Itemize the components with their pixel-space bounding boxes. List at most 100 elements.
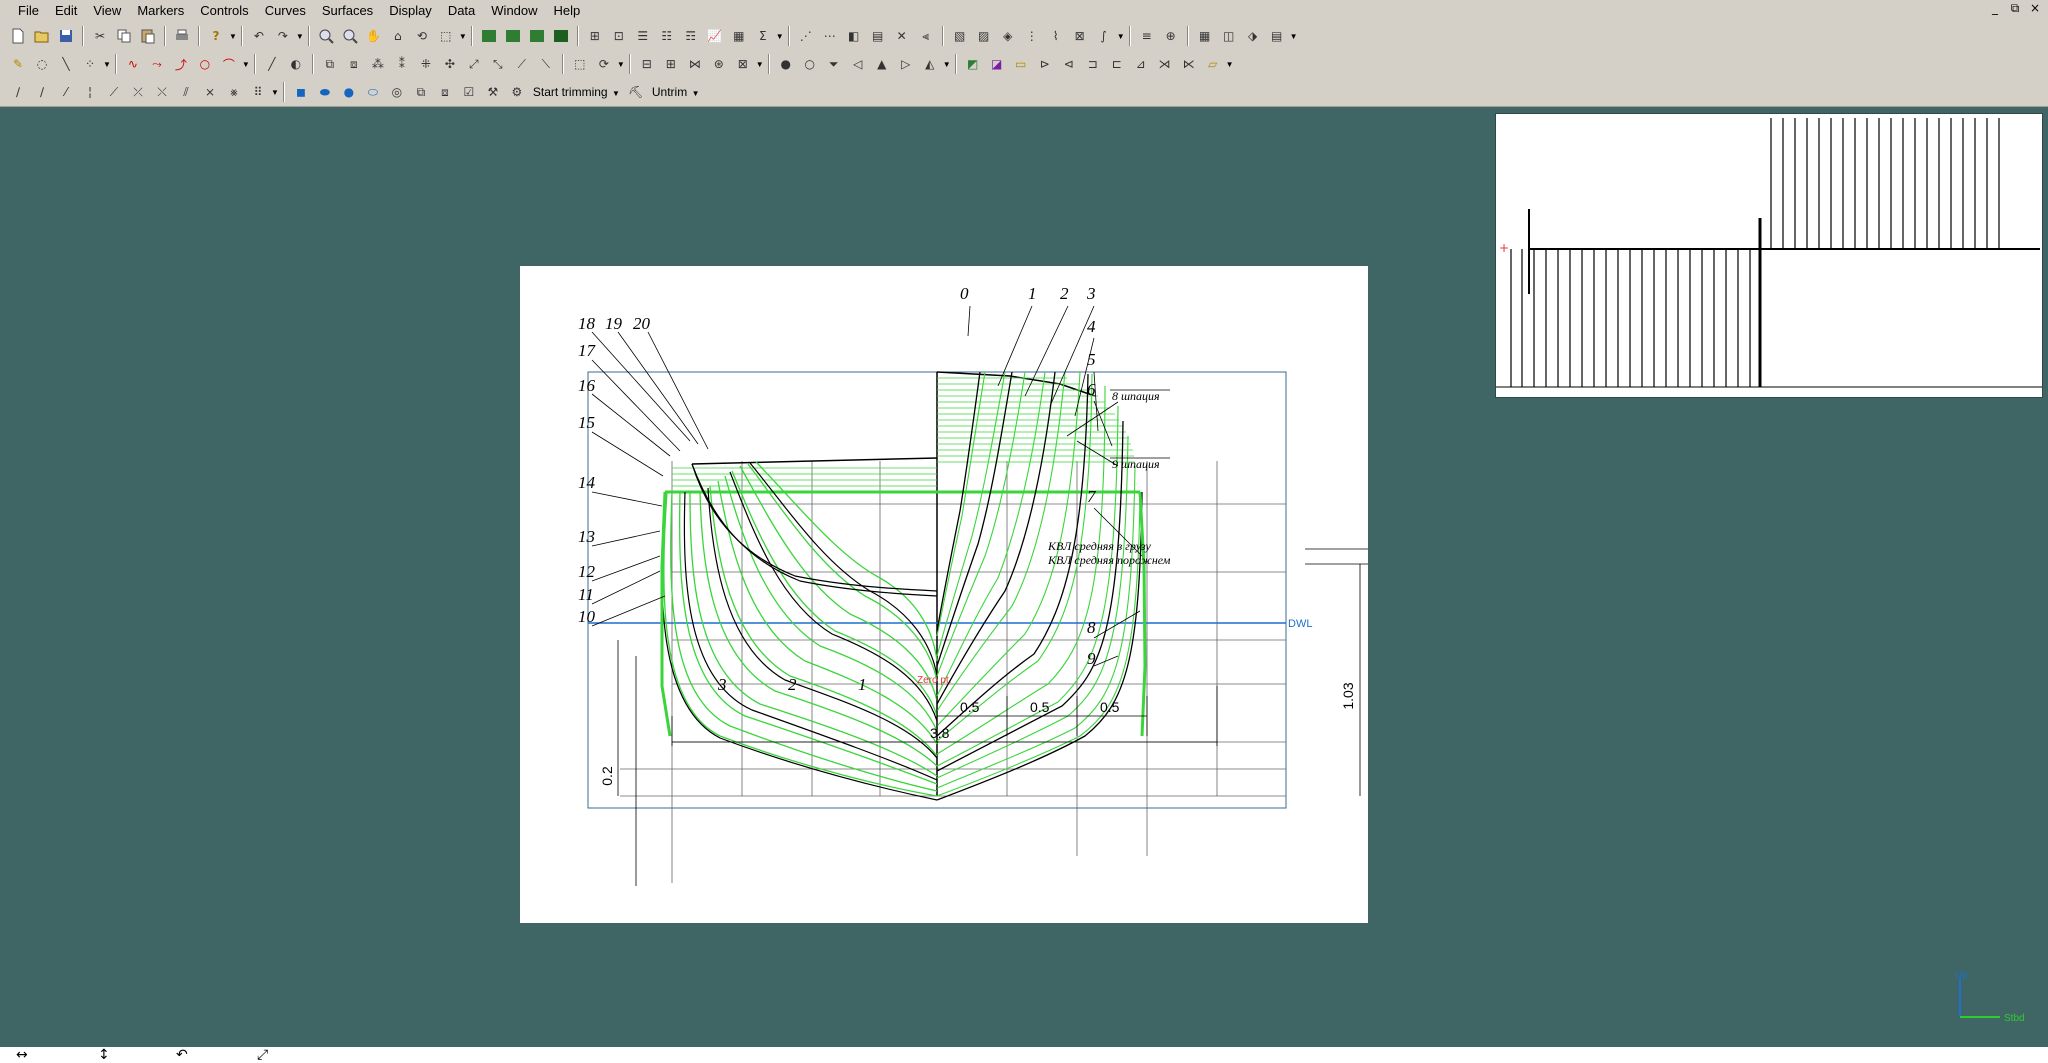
grid-icon[interactable]: ⋰ [795, 26, 816, 47]
align-5-icon[interactable]: ⊠ [732, 54, 753, 75]
node-6-icon[interactable]: ⟋ [511, 54, 532, 75]
tag-icon[interactable]: ⬗ [1242, 26, 1263, 47]
menu-curves[interactable]: Curves [257, 0, 314, 22]
hull-6-icon[interactable]: ⊐ [1082, 54, 1103, 75]
untrim-dropdown[interactable]: Untrim ▼ [648, 85, 704, 99]
snap-icon[interactable]: ⋯ [819, 26, 840, 47]
refresh-icon[interactable]: ◐ [285, 54, 306, 75]
curve-7-icon[interactable]: ⤬ [152, 82, 173, 103]
home-view-icon[interactable]: ⌂ [387, 26, 408, 47]
arc-red-icon[interactable]: ⌒ [218, 54, 239, 75]
cylinder-icon[interactable]: ⬬ [314, 82, 335, 103]
rotate-icon[interactable]: ↶ [176, 1047, 188, 1063]
menu-view[interactable]: View [85, 0, 129, 22]
view-plan-icon[interactable] [526, 26, 547, 47]
shade-icon[interactable]: ◧ [843, 26, 864, 47]
menu-controls[interactable]: Controls [192, 0, 256, 22]
circle-tool-icon[interactable]: ◌ [32, 54, 53, 75]
untrim-icon[interactable]: ⛏ [625, 82, 646, 103]
edit-line-icon[interactable]: ╱ [261, 54, 282, 75]
cut-icon[interactable]: ✂ [90, 26, 111, 47]
funnel-icon[interactable]: ⏷ [823, 54, 844, 75]
view-perspective-icon[interactable] [550, 26, 571, 47]
dropdown-arrow-icon[interactable]: ▼ [271, 88, 279, 97]
node-7-icon[interactable]: ⟍ [535, 54, 556, 75]
pan-hand-icon[interactable]: ✋ [363, 26, 384, 47]
surface-b-icon[interactable]: ▨ [973, 26, 994, 47]
shape-icon[interactable]: ◭ [919, 54, 940, 75]
curve-icon[interactable]: ∫ [1093, 26, 1114, 47]
menu-surfaces[interactable]: Surfaces [314, 0, 381, 22]
menu-display[interactable]: Display [381, 0, 440, 22]
frame-select-icon[interactable]: ⬚ [569, 54, 590, 75]
flip-icon[interactable]: ⫷ [915, 26, 936, 47]
play-icon[interactable]: ▷ [895, 54, 916, 75]
dropdown-arrow-icon[interactable]: ▼ [756, 60, 764, 69]
hull-5-icon[interactable]: ⊲ [1058, 54, 1079, 75]
measure-icon[interactable]: ◫ [1218, 26, 1239, 47]
align-4-icon[interactable]: ⊛ [708, 54, 729, 75]
dropdown-arrow-icon[interactable]: ▼ [1117, 32, 1125, 41]
hull-3-icon[interactable]: ▭ [1010, 54, 1031, 75]
copy-icon[interactable] [114, 26, 135, 47]
frame-rotate-icon[interactable]: ⟳ [593, 54, 614, 75]
node-1-icon[interactable]: ⁑ [391, 54, 412, 75]
surface-c-icon[interactable]: ◈ [997, 26, 1018, 47]
tools-icon[interactable]: ⚒ [482, 82, 503, 103]
dropdown-arrow-icon[interactable]: ▼ [1290, 32, 1298, 41]
minimize-button[interactable]: _ [1988, 1, 2002, 16]
menu-markers[interactable]: Markers [129, 0, 192, 22]
dropdown-arrow-icon[interactable]: ▼ [242, 60, 250, 69]
hull-7-icon[interactable]: ⊏ [1106, 54, 1127, 75]
check-icon[interactable]: ☑ [458, 82, 479, 103]
hull-8-icon[interactable]: ⊿ [1130, 54, 1151, 75]
layers-icon[interactable]: ⧉ [410, 82, 431, 103]
spreadsheet-icon[interactable]: ▤ [1266, 26, 1287, 47]
net-display-icon[interactable]: ⊞ [584, 26, 605, 47]
triangle-icon[interactable]: ▲ [871, 54, 892, 75]
trim-icon[interactable]: ✕ [891, 26, 912, 47]
grid-table-icon[interactable]: ▦ [1194, 26, 1215, 47]
curve-1-icon[interactable]: ∕ [8, 82, 29, 103]
select-icon[interactable]: ⬚ [435, 26, 456, 47]
dropdown-arrow-icon[interactable]: ▼ [943, 60, 951, 69]
restore-button[interactable]: ⧉ [2008, 1, 2022, 16]
copy-control-icon[interactable]: ⧉ [319, 54, 340, 75]
hull-1-icon[interactable]: ◩ [962, 54, 983, 75]
save-icon[interactable] [56, 26, 77, 47]
dropdown-arrow-icon[interactable]: ▼ [1226, 60, 1234, 69]
undo-icon[interactable]: ↶ [248, 26, 269, 47]
box-icon[interactable]: ◼ [290, 82, 311, 103]
dots-icon[interactable]: ⠿ [248, 82, 269, 103]
zoom-out-icon[interactable] [339, 26, 360, 47]
rotate-view-icon[interactable]: ⟲ [411, 26, 432, 47]
node-3-icon[interactable]: ✣ [439, 54, 460, 75]
hull-11-icon[interactable]: ▱ [1202, 54, 1223, 75]
stations-icon[interactable]: ☰ [632, 26, 653, 47]
sum-icon[interactable]: Σ [752, 26, 773, 47]
dropdown-arrow-icon[interactable]: ▼ [776, 32, 784, 41]
zoom-in-icon[interactable] [315, 26, 336, 47]
hide-icon[interactable]: ⊠ [1069, 26, 1090, 47]
menu-help[interactable]: Help [546, 0, 589, 22]
align-1-icon[interactable]: ⊟ [636, 54, 657, 75]
paste-control-icon[interactable]: ⧈ [343, 54, 364, 75]
help-icon[interactable]: ? [206, 26, 227, 47]
new-file-icon[interactable] [8, 26, 29, 47]
align-2-icon[interactable]: ⊞ [660, 54, 681, 75]
waterlines-icon[interactable]: ☶ [680, 26, 701, 47]
close-button[interactable]: × [2028, 1, 2042, 16]
pan-vertical-icon[interactable]: ↕ [98, 1047, 110, 1063]
redo-icon[interactable]: ↷ [272, 26, 293, 47]
curve-red-3-icon[interactable]: ⤴ [170, 54, 191, 75]
node-5-icon[interactable]: ⤡ [487, 54, 508, 75]
curve-4-icon[interactable]: ¦ [80, 82, 101, 103]
curve-6-icon[interactable]: ⤫ [128, 82, 149, 103]
hull-9-icon[interactable]: ⋊ [1154, 54, 1175, 75]
surface-a-icon[interactable]: ▧ [949, 26, 970, 47]
link-icon[interactable]: ⊕ [1160, 26, 1181, 47]
menu-window[interactable]: Window [483, 0, 545, 22]
pan-horizontal-icon[interactable]: ↔ [16, 1047, 28, 1063]
surface-e-icon[interactable]: ⌇ [1045, 26, 1066, 47]
curve-red-2-icon[interactable]: ⤳ [146, 54, 167, 75]
